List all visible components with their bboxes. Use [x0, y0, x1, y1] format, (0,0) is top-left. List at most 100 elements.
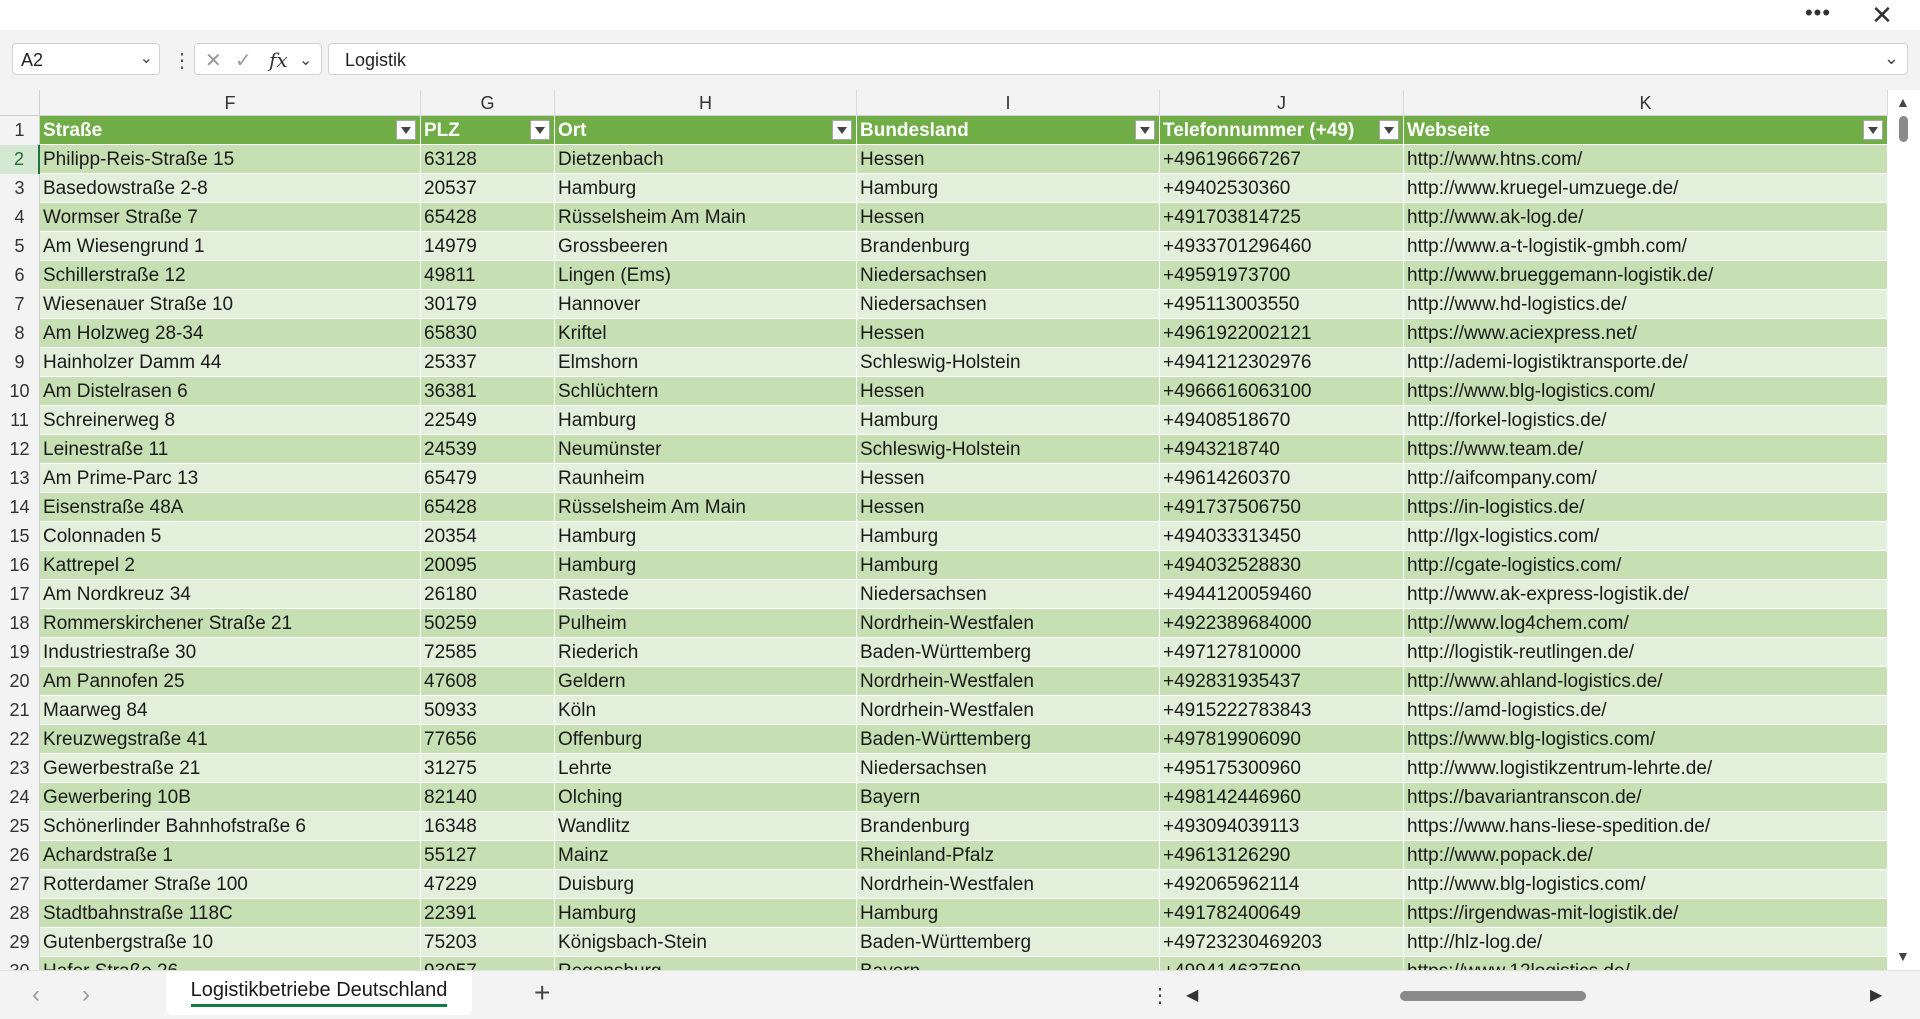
table-cell[interactable]: 93057 — [421, 957, 555, 970]
table-cell[interactable]: Hamburg — [857, 899, 1160, 928]
table-cell[interactable]: Schleswig-Holstein — [857, 435, 1160, 464]
table-cell[interactable]: Wiesenauer Straße 10 — [40, 290, 421, 319]
column-title-cell[interactable]: Ort — [555, 116, 857, 145]
table-cell[interactable]: Stadtbahnstraße 118C — [40, 899, 421, 928]
table-cell[interactable]: Am Distelrasen 6 — [40, 377, 421, 406]
expand-formula-icon[interactable]: ⌄ — [1884, 48, 1899, 69]
table-cell[interactable]: Wandlitz — [555, 812, 857, 841]
previous-sheet-icon[interactable]: ‹ — [32, 981, 40, 1009]
filter-dropdown-icon[interactable] — [832, 120, 852, 140]
table-cell[interactable]: 47608 — [421, 667, 555, 696]
table-cell[interactable]: Grossbeeren — [555, 232, 857, 261]
table-cell[interactable]: Rüsselsheim Am Main — [555, 203, 857, 232]
table-cell[interactable]: Schönerlinder Bahnhofstraße 6 — [40, 812, 421, 841]
name-box[interactable]: A2 ⌄ — [12, 43, 160, 75]
table-cell[interactable]: Riederich — [555, 638, 857, 667]
row-header[interactable]: 21 — [0, 696, 40, 725]
table-cell[interactable]: Niedersachsen — [857, 261, 1160, 290]
table-cell[interactable]: Hamburg — [857, 522, 1160, 551]
table-cell[interactable]: http://lgx-logistics.com/ — [1404, 522, 1888, 551]
table-cell[interactable]: Köln — [555, 696, 857, 725]
table-cell[interactable]: https://www.blg-logistics.com/ — [1404, 377, 1888, 406]
table-cell[interactable]: Achardstraße 1 — [40, 841, 421, 870]
table-cell[interactable]: +49402530360 — [1160, 174, 1404, 203]
table-cell[interactable]: Königsbach-Stein — [555, 928, 857, 957]
scroll-up-icon[interactable]: ▲ — [1896, 94, 1910, 110]
column-title-cell[interactable]: Telefonnummer (+49) — [1160, 116, 1404, 145]
row-header[interactable]: 14 — [0, 493, 40, 522]
table-cell[interactable]: +4915222783843 — [1160, 696, 1404, 725]
table-cell[interactable]: Rüsselsheim Am Main — [555, 493, 857, 522]
table-cell[interactable]: Hessen — [857, 464, 1160, 493]
table-cell[interactable]: Geldern — [555, 667, 857, 696]
table-cell[interactable]: 63128 — [421, 145, 555, 174]
formula-input[interactable]: Logistik ⌄ — [328, 43, 1908, 75]
scroll-down-icon[interactable]: ▼ — [1896, 948, 1910, 964]
column-title-cell[interactable]: PLZ — [421, 116, 555, 145]
table-cell[interactable]: Kattrepel 2 — [40, 551, 421, 580]
table-cell[interactable]: Duisburg — [555, 870, 857, 899]
table-cell[interactable]: +49408518670 — [1160, 406, 1404, 435]
table-cell[interactable]: Baden-Württemberg — [857, 928, 1160, 957]
table-cell[interactable]: https://in-logistics.de/ — [1404, 493, 1888, 522]
table-cell[interactable]: https://amd-logistics.de/ — [1404, 696, 1888, 725]
row-header[interactable]: 7 — [0, 290, 40, 319]
horizontal-scroll-thumb[interactable] — [1400, 991, 1586, 1001]
insert-function-icon[interactable]: fx — [269, 48, 288, 72]
table-cell[interactable]: Pulheim — [555, 609, 857, 638]
table-cell[interactable]: 25337 — [421, 348, 555, 377]
row-header[interactable]: 28 — [0, 899, 40, 928]
table-cell[interactable]: Lingen (Ems) — [555, 261, 857, 290]
table-cell[interactable]: +4933701296460 — [1160, 232, 1404, 261]
row-header[interactable]: 11 — [0, 406, 40, 435]
table-cell[interactable]: Raunheim — [555, 464, 857, 493]
table-cell[interactable]: Industriestraße 30 — [40, 638, 421, 667]
column-title-cell[interactable]: Straße — [40, 116, 421, 145]
table-cell[interactable]: 65428 — [421, 203, 555, 232]
table-cell[interactable]: Gewerbestraße 21 — [40, 754, 421, 783]
row-header[interactable]: 2 — [0, 145, 40, 174]
table-cell[interactable]: http://www.htns.com/ — [1404, 145, 1888, 174]
table-cell[interactable]: https://www.team.de/ — [1404, 435, 1888, 464]
table-cell[interactable]: http://ademi-logistiktransporte.de/ — [1404, 348, 1888, 377]
scroll-right-icon[interactable]: ▶ — [1870, 985, 1882, 1005]
table-cell[interactable]: Nordrhein-Westfalen — [857, 667, 1160, 696]
row-header[interactable]: 3 — [0, 174, 40, 203]
table-cell[interactable]: https://bavariantranscon.de/ — [1404, 783, 1888, 812]
row-header[interactable]: 25 — [0, 812, 40, 841]
table-cell[interactable]: Brandenburg — [857, 232, 1160, 261]
chevron-down-icon[interactable]: ⌄ — [299, 50, 312, 70]
table-cell[interactable]: Am Prime-Parc 13 — [40, 464, 421, 493]
enter-icon[interactable]: ✓ — [235, 48, 252, 73]
table-cell[interactable]: +494033313450 — [1160, 522, 1404, 551]
table-cell[interactable]: http://hlz-log.de/ — [1404, 928, 1888, 957]
table-cell[interactable]: Nordrhein-Westfalen — [857, 696, 1160, 725]
table-cell[interactable]: +4943218740 — [1160, 435, 1404, 464]
table-cell[interactable]: Offenburg — [555, 725, 857, 754]
table-cell[interactable]: +498142446960 — [1160, 783, 1404, 812]
table-cell[interactable]: Eisenstraße 48A — [40, 493, 421, 522]
table-cell[interactable]: 65830 — [421, 319, 555, 348]
table-cell[interactable]: +499414637599 — [1160, 957, 1404, 970]
table-cell[interactable]: 30179 — [421, 290, 555, 319]
row-header[interactable]: 12 — [0, 435, 40, 464]
table-cell[interactable]: 50259 — [421, 609, 555, 638]
table-cell[interactable]: http://cgate-logistics.com/ — [1404, 551, 1888, 580]
row-header[interactable]: 30 — [0, 957, 40, 970]
table-cell[interactable]: +491782400649 — [1160, 899, 1404, 928]
table-cell[interactable]: Gutenbergstraße 10 — [40, 928, 421, 957]
column-header-i[interactable]: I — [857, 90, 1160, 116]
table-cell[interactable]: 55127 — [421, 841, 555, 870]
table-cell[interactable]: Hamburg — [857, 551, 1160, 580]
table-cell[interactable]: +495175300960 — [1160, 754, 1404, 783]
row-header[interactable]: 9 — [0, 348, 40, 377]
table-cell[interactable]: Hannover — [555, 290, 857, 319]
table-cell[interactable]: Hessen — [857, 319, 1160, 348]
more-vertical-icon[interactable]: ⋮ — [1150, 983, 1170, 1008]
table-cell[interactable]: +491703814725 — [1160, 203, 1404, 232]
row-header[interactable]: 26 — [0, 841, 40, 870]
table-cell[interactable]: +4966616063100 — [1160, 377, 1404, 406]
table-cell[interactable]: Rastede — [555, 580, 857, 609]
table-cell[interactable]: https://irgendwas-mit-logistik.de/ — [1404, 899, 1888, 928]
select-all-corner[interactable] — [0, 90, 40, 116]
